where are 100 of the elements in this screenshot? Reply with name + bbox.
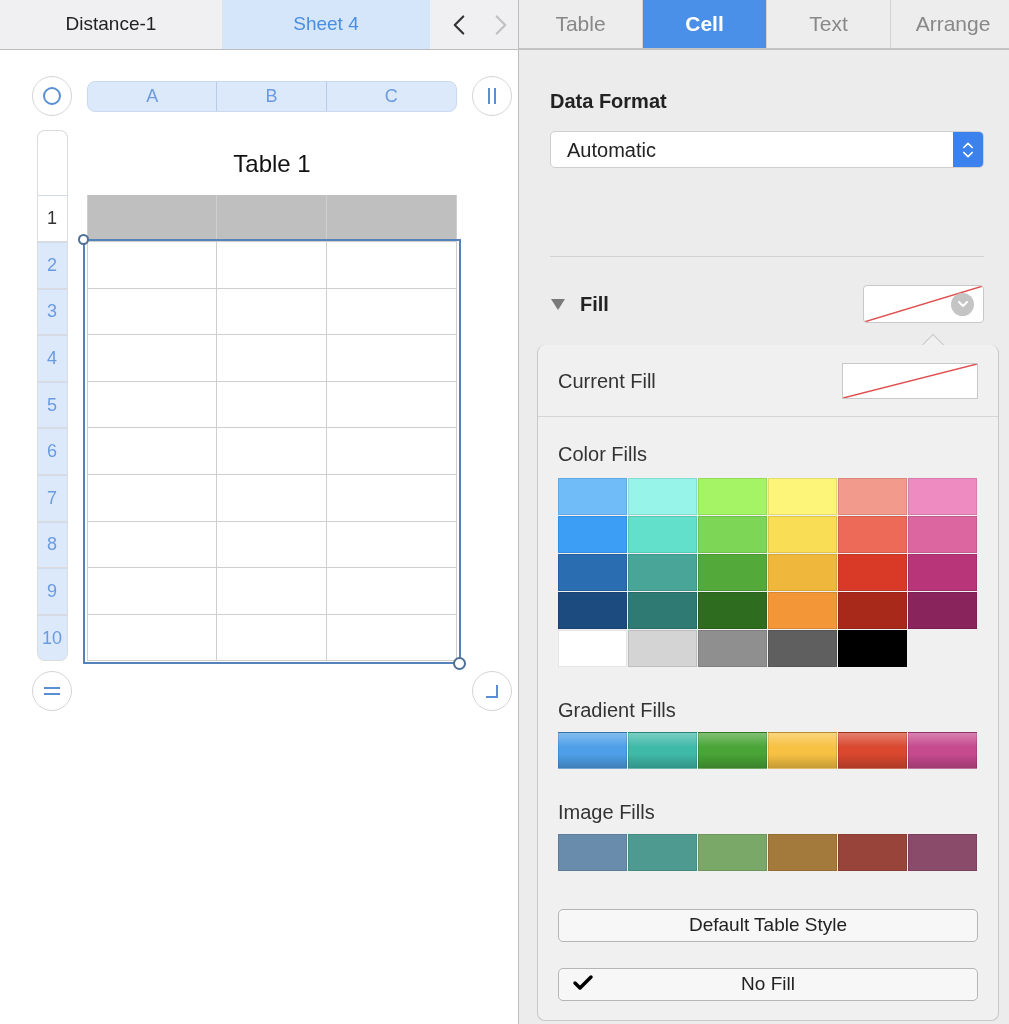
color-swatch[interactable] xyxy=(768,554,837,591)
column-header[interactable]: C xyxy=(326,81,456,111)
selection-handle[interactable] xyxy=(78,234,89,245)
color-swatch[interactable] xyxy=(628,516,697,553)
row-header[interactable]: 4 xyxy=(36,335,68,382)
color-swatch[interactable] xyxy=(908,516,977,553)
color-swatch[interactable] xyxy=(558,516,627,553)
color-swatch[interactable] xyxy=(558,630,627,667)
color-swatch[interactable] xyxy=(768,478,837,515)
color-swatch[interactable] xyxy=(698,554,767,591)
data-format-select[interactable]: Automatic xyxy=(550,131,984,168)
image-swatch[interactable] xyxy=(908,834,977,871)
gradient-swatch[interactable] xyxy=(838,732,907,769)
table-cell[interactable] xyxy=(217,335,327,382)
table-cell[interactable] xyxy=(217,568,327,615)
table-cell[interactable] xyxy=(327,381,457,429)
color-swatch[interactable] xyxy=(768,592,837,629)
current-fill-swatch[interactable] xyxy=(842,362,978,399)
color-swatch[interactable] xyxy=(628,592,697,629)
table-cell[interactable] xyxy=(87,242,217,289)
rows-icon[interactable] xyxy=(32,671,72,712)
color-swatch[interactable] xyxy=(698,516,767,553)
table-cell[interactable] xyxy=(87,428,217,475)
table-cell[interactable] xyxy=(217,381,327,429)
image-swatch[interactable] xyxy=(698,834,767,871)
image-swatch[interactable] xyxy=(838,834,907,871)
color-swatch[interactable] xyxy=(768,516,837,553)
row-header[interactable]: 10 xyxy=(36,614,68,662)
table-cell[interactable] xyxy=(217,288,327,336)
row-header[interactable]: 2 xyxy=(36,242,68,289)
image-swatch[interactable] xyxy=(558,834,627,871)
gradient-swatch[interactable] xyxy=(628,732,697,769)
color-swatch[interactable] xyxy=(768,630,837,667)
resize-corner-icon[interactable] xyxy=(472,671,512,712)
gradient-swatch[interactable] xyxy=(698,732,767,769)
color-swatch[interactable] xyxy=(838,554,907,591)
color-swatch[interactable] xyxy=(698,630,767,667)
table-cell[interactable] xyxy=(87,568,217,615)
column-header[interactable]: A xyxy=(88,81,218,111)
inspector-tab[interactable]: Cell xyxy=(643,0,767,48)
color-swatch[interactable] xyxy=(838,478,907,515)
row-header[interactable]: 1 xyxy=(36,195,68,242)
color-swatch[interactable] xyxy=(558,554,627,591)
row-header[interactable]: 5 xyxy=(36,381,68,429)
color-swatch[interactable] xyxy=(628,630,697,667)
table-cell[interactable] xyxy=(327,614,457,662)
table-cell[interactable] xyxy=(87,335,217,382)
selection-handle[interactable] xyxy=(453,657,466,671)
sheet-tab[interactable]: Sheet 4 xyxy=(222,0,430,49)
fill-swatch-button[interactable] xyxy=(863,285,984,323)
header-cell[interactable] xyxy=(217,195,327,242)
color-swatch[interactable] xyxy=(558,592,627,629)
header-cell[interactable] xyxy=(87,195,217,242)
table-cell[interactable] xyxy=(87,521,217,569)
table-cell[interactable] xyxy=(217,474,327,522)
row-header[interactable]: 8 xyxy=(36,521,68,569)
fill-option-button[interactable]: Default Table Style xyxy=(558,909,978,942)
color-swatch[interactable] xyxy=(628,478,697,515)
fill-disclosure[interactable]: Fill xyxy=(550,289,609,319)
table-cell[interactable] xyxy=(87,381,217,429)
color-swatch[interactable] xyxy=(698,478,767,515)
column-header[interactable]: B xyxy=(217,81,327,111)
inspector-tab[interactable]: Arrange xyxy=(891,0,1009,48)
fill-option-button[interactable]: No Fill xyxy=(558,968,978,1001)
gradient-swatch[interactable] xyxy=(908,732,977,769)
inspector-tab[interactable]: Text xyxy=(767,0,891,48)
color-swatch[interactable] xyxy=(908,554,977,591)
sheet-tab[interactable]: Distance-1 xyxy=(0,0,222,49)
table-cell[interactable] xyxy=(327,288,457,336)
image-swatch[interactable] xyxy=(628,834,697,871)
columns-icon[interactable] xyxy=(472,76,512,116)
color-swatch[interactable] xyxy=(838,630,907,667)
table-cell[interactable] xyxy=(327,568,457,615)
image-swatch[interactable] xyxy=(768,834,837,871)
color-swatch[interactable] xyxy=(908,478,977,515)
table-cell[interactable] xyxy=(87,474,217,522)
row-header[interactable]: 7 xyxy=(36,474,68,522)
table-cell[interactable] xyxy=(327,242,457,289)
table-cell[interactable] xyxy=(327,335,457,382)
table-cell[interactable] xyxy=(217,614,327,662)
color-swatch[interactable] xyxy=(838,516,907,553)
row-header[interactable]: 3 xyxy=(36,288,68,336)
color-swatch[interactable] xyxy=(558,478,627,515)
table-cell[interactable] xyxy=(217,521,327,569)
table-cell[interactable] xyxy=(217,428,327,475)
table-cell[interactable] xyxy=(327,474,457,522)
color-swatch[interactable] xyxy=(838,592,907,629)
table-cell[interactable] xyxy=(87,288,217,336)
table-cell[interactable] xyxy=(327,521,457,569)
gradient-swatch[interactable] xyxy=(558,732,627,769)
select-table-icon[interactable] xyxy=(32,76,72,116)
color-swatch[interactable] xyxy=(698,592,767,629)
header-cell[interactable] xyxy=(327,195,457,242)
table-cell[interactable] xyxy=(327,428,457,475)
table-cell[interactable] xyxy=(217,242,327,289)
row-header[interactable]: 9 xyxy=(36,568,68,615)
row-header[interactable]: 6 xyxy=(36,428,68,475)
color-swatch[interactable] xyxy=(908,592,977,629)
color-swatch[interactable] xyxy=(628,554,697,591)
table-cell[interactable] xyxy=(87,614,217,662)
